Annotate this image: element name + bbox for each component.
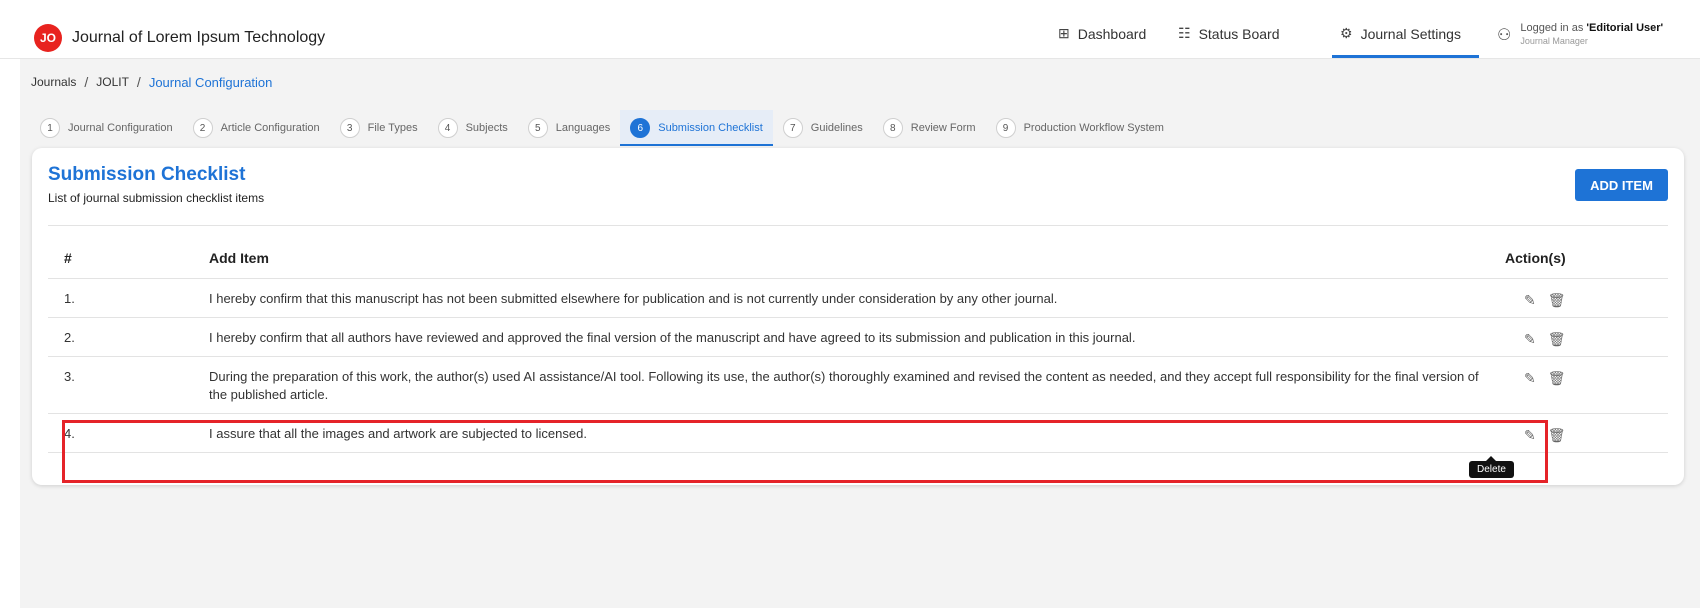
grid-icon: ⊞ [1058,25,1070,41]
add-item-button[interactable]: ADD ITEM [1575,169,1668,201]
journal-logo: JO [34,24,62,52]
step-journal-configuration[interactable]: 1 Journal Configuration [40,110,173,146]
user-menu[interactable]: ⚇ Logged in as 'Editorial User' Journal … [1497,22,1663,46]
active-nav-underline [1332,55,1479,58]
config-steps: 1 Journal Configuration 2 Article Configur… [40,110,1184,146]
edit-icon[interactable]: ✎ [1524,291,1536,309]
user-switch-icon: ⚇ [1497,27,1512,44]
row-text: I hereby confirm that this manuscript ha… [208,278,1490,318]
step-article-configuration[interactable]: 2 Article Configuration [192,110,320,146]
breadcrumb-current: Journal Configuration [148,74,273,90]
nav-status-board-label: Status Board [1198,25,1280,42]
trash-icon[interactable]: 🗑 [1548,426,1566,444]
step-label: Review Form [910,122,976,134]
user-role: Journal Manager [1520,36,1588,46]
step-number: 5 [527,118,548,138]
gear-icon: ⚙ [1340,25,1353,41]
highlight-box [62,420,1548,483]
step-number: 2 [192,118,213,138]
step-label: Article Configuration [220,122,320,134]
row-actions: ✎ 🗑 [1490,356,1668,414]
card-subtitle: List of journal submission checklist ite… [48,191,265,205]
step-production-workflow-system[interactable]: 9 Production Workflow System [995,110,1164,146]
row-number: 1. [48,278,208,318]
brand[interactable]: JO Journal of Lorem Ipsum Technology [34,24,325,52]
row-number: 3. [48,356,208,414]
step-number: 3 [339,118,360,138]
step-label: Submission Checklist [658,122,763,134]
card-divider [48,225,1668,226]
step-number: 1 [40,118,60,138]
row-text: During the preparation of this work, the… [208,356,1490,414]
edit-icon[interactable]: ✎ [1524,330,1536,348]
trash-icon[interactable]: 🗑 [1548,330,1566,348]
card-title: Submission Checklist [48,164,246,185]
logged-in-prefix: Logged in as [1520,22,1587,34]
trash-icon[interactable]: 🗑 [1548,369,1566,387]
breadcrumb-journals[interactable]: Journals [31,75,76,89]
step-number: 7 [782,118,803,138]
column-header-item: Add Item [208,238,1490,279]
table-row: 3. During the preparation of this work, … [48,356,1668,414]
nav-journal-settings-label: Journal Settings [1360,25,1461,42]
step-label: Production Workflow System [1023,122,1164,134]
step-number: 6 [630,118,651,138]
step-label: Subjects [465,122,508,134]
nav-dashboard-label: Dashboard [1077,25,1147,42]
breadcrumb-separator: / [84,74,89,90]
edit-icon[interactable]: ✎ [1524,369,1536,387]
row-text: I hereby confirm that all authors have r… [208,317,1490,357]
nav-journal-settings[interactable]: ⚙ Journal Settings [1340,25,1461,42]
step-label: Guidelines [810,122,863,134]
step-review-form[interactable]: 8 Review Form [882,110,976,146]
step-label: File Types [367,122,418,134]
table-row: 2. I hereby confirm that all authors hav… [48,317,1668,357]
board-icon: ☷ [1178,25,1191,41]
step-number: 9 [995,118,1016,138]
row-actions: ✎ 🗑 [1490,317,1668,357]
row-number: 2. [48,317,208,357]
column-header-actions: Action(s) [1490,238,1668,279]
trash-icon[interactable]: 🗑 [1548,291,1566,309]
row-actions: ✎ 🗑 [1490,278,1668,318]
journal-title: Journal of Lorem Ipsum Technology [72,29,326,46]
breadcrumb-separator: / [136,74,141,90]
step-guidelines[interactable]: 7 Guidelines [782,110,863,146]
step-submission-checklist[interactable]: 6 Submission Checklist [620,110,773,146]
column-header-number: # [48,238,208,279]
breadcrumb-journal-code[interactable]: JOLIT [96,75,129,89]
breadcrumb: Journals / JOLIT / Journal Configuration [31,74,272,90]
user-name: 'Editorial User' [1586,22,1664,34]
nav-dashboard[interactable]: ⊞ Dashboard [1058,25,1146,42]
logged-in-text: Logged in as 'Editorial User' [1520,22,1663,34]
table-row: 1. I hereby confirm that this manuscript… [48,278,1668,318]
step-subjects[interactable]: 4 Subjects [437,110,508,146]
step-label: Journal Configuration [68,122,173,134]
step-number: 8 [882,118,903,138]
top-bar: JO Journal of Lorem Ipsum Technology ⊞ D… [0,0,1700,59]
step-label: Languages [555,122,611,134]
table-header-row: # Add Item Action(s) [48,238,1668,279]
step-file-types[interactable]: 3 File Types [339,110,418,146]
nav-status-board[interactable]: ☷ Status Board [1178,25,1280,42]
step-languages[interactable]: 5 Languages [527,110,611,146]
step-number: 4 [437,118,458,138]
